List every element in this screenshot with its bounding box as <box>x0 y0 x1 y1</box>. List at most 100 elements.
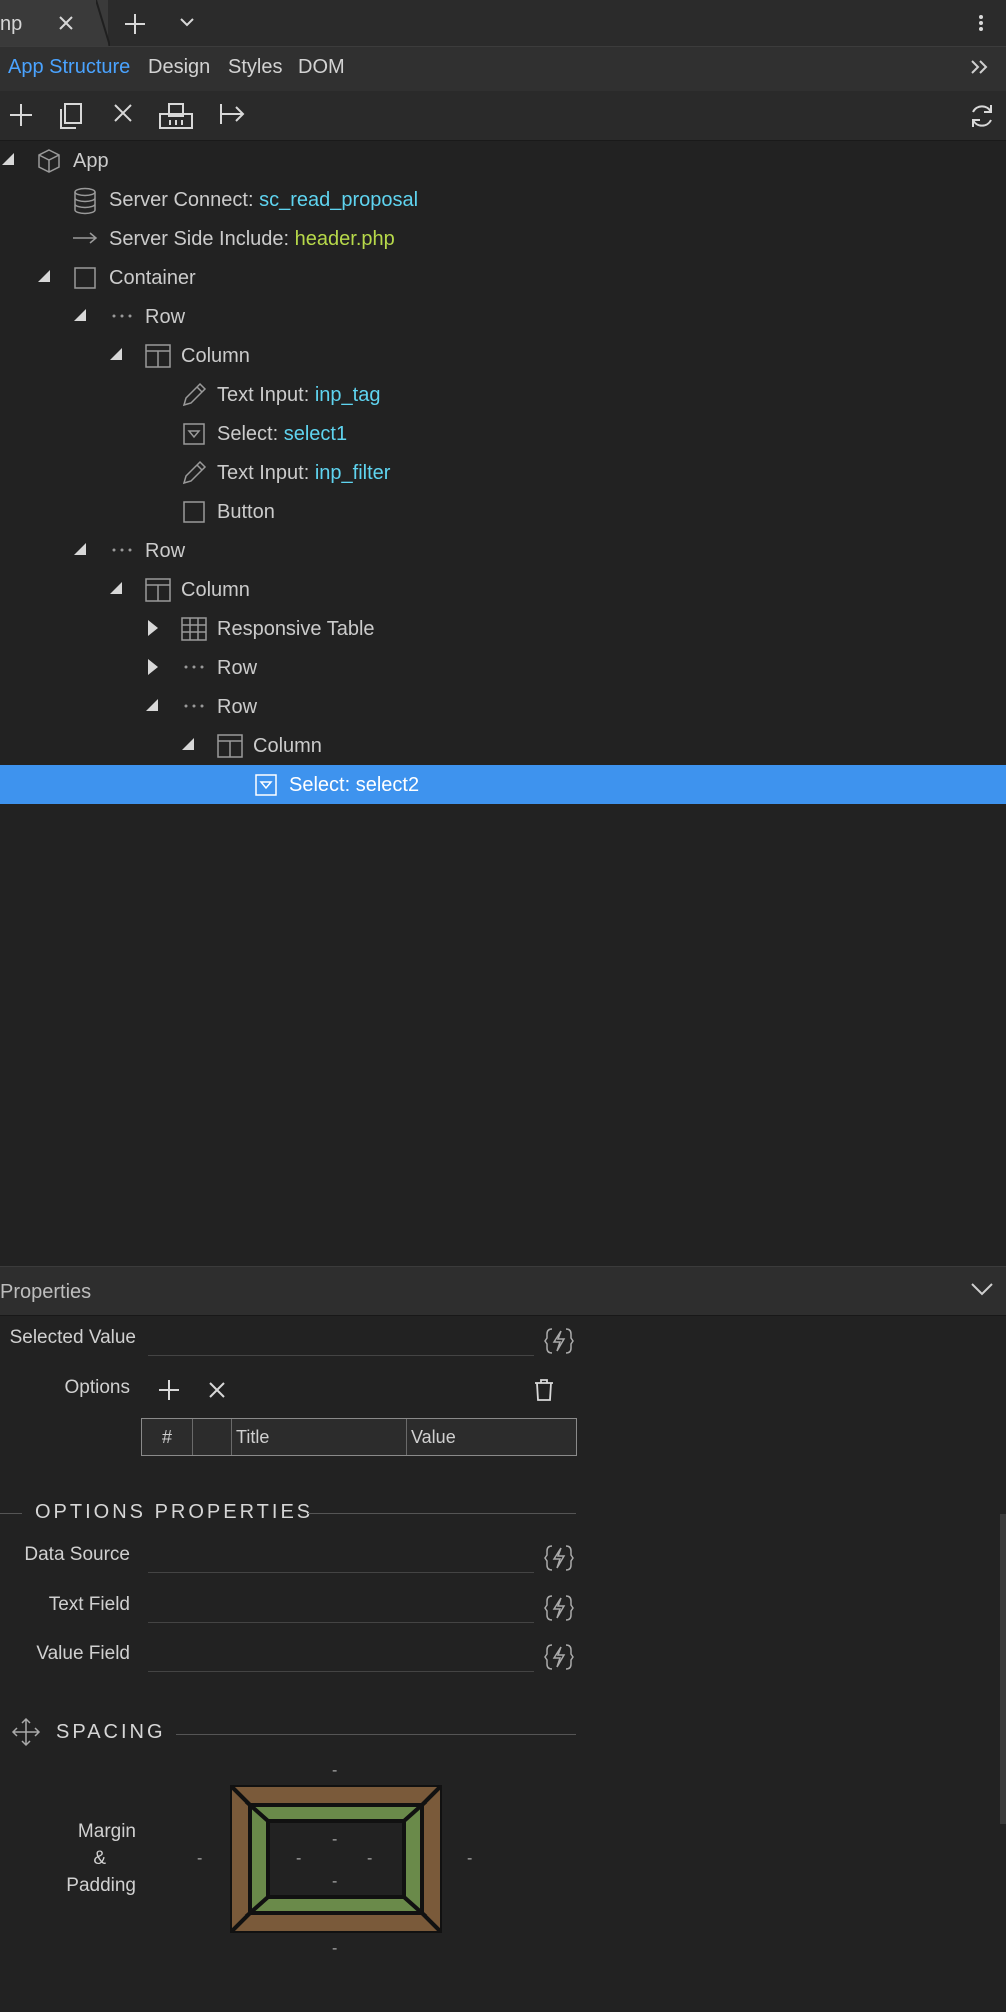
tab-app-structure[interactable]: App Structure <box>8 56 130 79</box>
tree-node-server-connect[interactable]: Server Connect: sc_read_proposal <box>0 180 1006 219</box>
table-icon <box>181 617 207 641</box>
selected-value-input[interactable] <box>148 1325 534 1356</box>
document-tab-label: np <box>0 13 23 35</box>
tree-node-value: select1 <box>283 423 348 445</box>
margin-top-value[interactable]: - <box>332 1762 337 1780</box>
properties-header[interactable]: Properties <box>0 1266 1006 1316</box>
tree-node-text-input[interactable]: Text Input: inp_tag <box>0 375 1006 414</box>
section-divider <box>308 1513 576 1514</box>
collapsed-triangle-icon[interactable] <box>148 620 158 636</box>
margin-right-value[interactable]: - <box>467 1850 472 1868</box>
tree-node-row[interactable]: Row <box>0 648 1006 687</box>
tree-node-row[interactable]: Row <box>0 687 1006 726</box>
properties-scrollbar[interactable] <box>1000 1514 1006 1824</box>
trash-icon[interactable] <box>534 1378 554 1402</box>
row-dots-icon <box>184 665 204 669</box>
tree-node-container[interactable]: Container <box>0 258 1006 297</box>
column-header-number[interactable]: # <box>142 1419 193 1455</box>
dynamic-data-icon[interactable] <box>544 1544 574 1572</box>
tree-node-column[interactable]: Column <box>0 726 1006 765</box>
dynamic-data-icon[interactable] <box>544 1327 574 1355</box>
tab-dom[interactable]: DOM <box>298 56 345 79</box>
column-header-title[interactable]: Title <box>232 1419 407 1455</box>
text-field-input[interactable] <box>148 1592 534 1623</box>
expanded-triangle-icon[interactable] <box>74 309 86 321</box>
tree-node-label: App <box>73 150 109 172</box>
options-table-header: # Title Value <box>141 1418 577 1456</box>
row-dots-icon <box>112 314 132 318</box>
document-tab[interactable]: np <box>0 0 108 46</box>
database-icon <box>72 187 98 215</box>
tab-styles[interactable]: Styles <box>228 56 282 79</box>
dynamic-data-icon[interactable] <box>544 1594 574 1622</box>
tree-node-label: Button <box>217 501 275 523</box>
expanded-triangle-icon[interactable] <box>74 543 86 555</box>
tree-node-label: Server Connect: <box>109 189 260 211</box>
tree-node-value: sc_read_proposal <box>259 189 419 211</box>
add-icon[interactable] <box>8 102 34 128</box>
tree-node-server-side-include[interactable]: Server Side Include: header.php <box>0 219 1006 258</box>
tree-node-value: header.php <box>294 228 395 250</box>
button-icon <box>183 501 205 523</box>
expanded-triangle-icon[interactable] <box>110 582 122 594</box>
tree-node-label: Column <box>181 345 250 367</box>
value-field-input[interactable] <box>148 1641 534 1672</box>
delete-icon[interactable] <box>112 102 134 124</box>
refresh-icon[interactable] <box>968 102 996 130</box>
expanded-triangle-icon[interactable] <box>182 738 194 750</box>
tree-node-select[interactable]: Select: select1 <box>0 414 1006 453</box>
container-icon <box>74 267 96 289</box>
tree-node-column[interactable]: Column <box>0 570 1006 609</box>
expanded-triangle-icon[interactable] <box>38 270 50 282</box>
padding-left-value[interactable]: - <box>296 1850 301 1868</box>
column-header-value[interactable]: Value <box>407 1419 571 1455</box>
tree-node-column[interactable]: Column <box>0 336 1006 375</box>
tree-node-value: inp_filter <box>314 462 391 484</box>
tree-node-label: Row <box>145 540 186 562</box>
margin-bottom-value[interactable]: - <box>332 1940 337 1958</box>
margin-left-value[interactable]: - <box>197 1850 202 1868</box>
tree-node-responsive-table[interactable]: Responsive Table <box>0 609 1006 648</box>
tree-node-label: Column <box>181 579 250 601</box>
padding-right-value[interactable]: - <box>367 1850 372 1868</box>
expanded-triangle-icon[interactable] <box>2 153 14 165</box>
pencil-icon <box>180 459 208 487</box>
expanded-triangle-icon[interactable] <box>146 699 158 711</box>
select-icon <box>183 423 205 445</box>
cube-icon <box>36 148 62 174</box>
tree-node-text-input[interactable]: Text Input: inp_filter <box>0 453 1006 492</box>
tree-node-label: Server Side Include: <box>109 228 295 250</box>
add-tab-icon[interactable] <box>124 13 146 35</box>
tree-node-label: Select: <box>217 423 284 445</box>
tree-node-select-selected[interactable]: Select: select2 <box>0 765 1006 804</box>
column-icon <box>145 344 171 368</box>
padding-top-value[interactable]: - <box>332 1831 337 1849</box>
tree-node-label: Row <box>217 696 258 718</box>
tree-node-label: Responsive Table <box>217 618 375 640</box>
duplicate-icon[interactable] <box>58 102 84 130</box>
tree-node-row[interactable]: Row <box>0 297 1006 336</box>
tree-node-label: Text Input: <box>217 462 315 484</box>
wrap-icon[interactable] <box>158 102 194 130</box>
remove-option-icon[interactable] <box>208 1381 226 1399</box>
tree-node-row[interactable]: Row <box>0 531 1006 570</box>
dynamic-data-icon[interactable] <box>544 1643 574 1671</box>
tree-node-app[interactable]: App <box>0 141 1006 180</box>
column-header-blank <box>193 1419 232 1455</box>
close-icon[interactable] <box>58 15 74 31</box>
unwrap-icon[interactable] <box>218 102 246 126</box>
chevron-down-icon[interactable] <box>180 17 194 27</box>
collapsed-triangle-icon[interactable] <box>148 659 158 675</box>
row-dots-icon <box>112 548 132 552</box>
spacing-box-model[interactable] <box>230 1785 442 1933</box>
data-source-input[interactable] <box>148 1542 534 1573</box>
add-option-icon[interactable] <box>158 1379 180 1401</box>
expanded-triangle-icon[interactable] <box>110 348 122 360</box>
double-chevron-right-icon[interactable] <box>970 59 988 75</box>
padding-bottom-value[interactable]: - <box>332 1873 337 1891</box>
more-vertical-icon[interactable] <box>978 14 984 32</box>
chevron-down-icon[interactable] <box>970 1282 994 1296</box>
tree-node-button[interactable]: Button <box>0 492 1006 531</box>
tab-design[interactable]: Design <box>148 56 210 79</box>
options-label: Options <box>64 1377 130 1398</box>
